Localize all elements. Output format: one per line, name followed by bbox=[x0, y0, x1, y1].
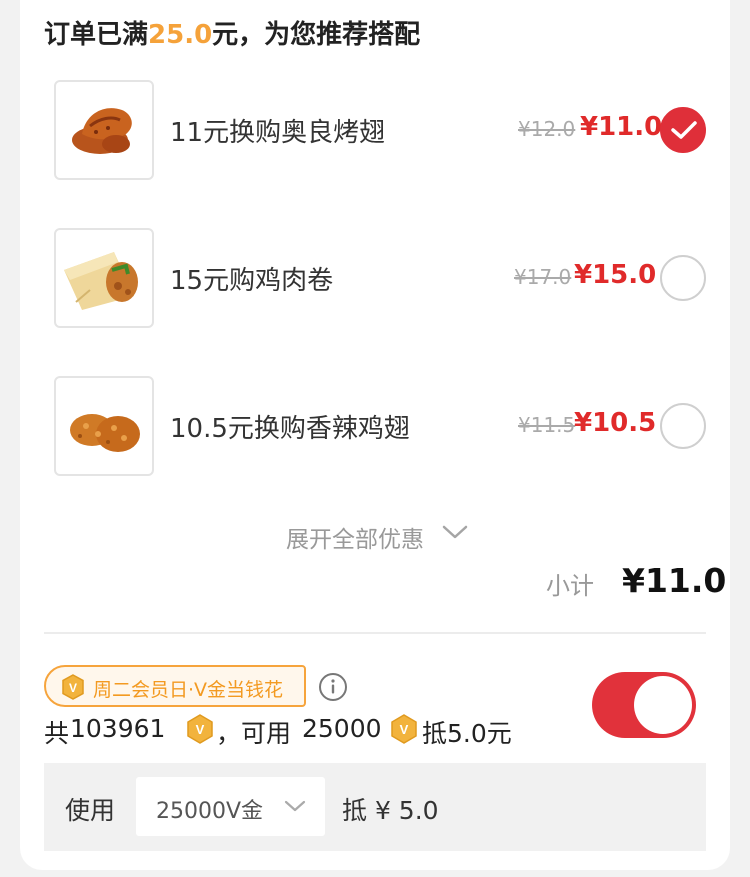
vgold-toggle[interactable] bbox=[592, 672, 696, 738]
headline-suffix: 元，为您推荐搭配 bbox=[212, 20, 421, 50]
svg-text:V: V bbox=[196, 722, 205, 737]
spicy-wing-image bbox=[54, 376, 154, 476]
balance-prefix: 共 bbox=[44, 719, 70, 748]
subtotal-label: 小计 bbox=[546, 572, 594, 600]
roasted-wing-image bbox=[54, 80, 154, 180]
chevron-down-icon bbox=[442, 525, 468, 539]
promo-tag-label: 周二会员日·V金当钱花 bbox=[93, 679, 284, 701]
vgold-use-panel: 使用 25000V金 抵 ¥ 5.0 bbox=[44, 763, 706, 851]
expand-all-offers-button[interactable]: 展开全部优惠 bbox=[286, 520, 468, 554]
recommend-headline: 订单已满25.0元，为您推荐搭配 bbox=[44, 14, 420, 51]
svg-text:V: V bbox=[69, 681, 77, 695]
chevron-down-icon bbox=[284, 800, 306, 812]
use-label: 使用 bbox=[65, 796, 116, 825]
vgold-amount-select[interactable]: 25000V金 bbox=[136, 777, 325, 836]
deduct-amount: 抵 ¥ 5.0 bbox=[342, 796, 439, 825]
balance-total: 103961 bbox=[70, 714, 166, 743]
item-price: ¥15.0 bbox=[574, 260, 657, 290]
available-amount: 25000 bbox=[302, 714, 382, 743]
item-original-price: ¥12.0 bbox=[518, 117, 576, 141]
deduct-text: 抵5.0元 bbox=[422, 719, 512, 748]
order-amount: 25.0 bbox=[148, 20, 213, 50]
item-select-radio[interactable] bbox=[660, 255, 706, 301]
subtotal-value: ¥11.0 bbox=[622, 561, 727, 600]
item-original-price: ¥11.5 bbox=[518, 413, 576, 437]
select-value: 25000V金 bbox=[156, 799, 264, 824]
divider bbox=[44, 632, 706, 634]
svg-text:V: V bbox=[400, 722, 409, 737]
expand-label: 展开全部优惠 bbox=[286, 527, 424, 553]
item-title: 15元购鸡肉卷 bbox=[170, 266, 334, 296]
chicken-wrap-image bbox=[54, 228, 154, 328]
combo-item[interactable]: 15元购鸡肉卷 ¥17.0 ¥15.0 bbox=[54, 228, 710, 328]
checkmark-icon bbox=[671, 121, 697, 139]
v-coin-icon: V bbox=[62, 674, 84, 700]
v-coin-icon: V bbox=[391, 714, 417, 744]
item-title: 10.5元换购香辣鸡翅 bbox=[170, 414, 410, 444]
item-price: ¥10.5 bbox=[574, 408, 657, 438]
headline-prefix: 订单已满 bbox=[44, 20, 149, 50]
member-day-promo-tag: V 周二会员日·V金当钱花 bbox=[44, 665, 306, 707]
item-select-radio[interactable] bbox=[660, 403, 706, 449]
v-coin-icon: V bbox=[187, 714, 213, 744]
info-icon[interactable] bbox=[318, 672, 348, 702]
item-select-radio[interactable] bbox=[660, 107, 706, 153]
item-price: ¥11.0 bbox=[580, 112, 663, 142]
item-original-price: ¥17.0 bbox=[514, 265, 572, 289]
item-title: 11元换购奥良烤翅 bbox=[170, 118, 386, 148]
available-prefix: ，可用 bbox=[216, 719, 292, 748]
combo-item[interactable]: 11元换购奥良烤翅 ¥12.0 ¥11.0 bbox=[54, 80, 710, 180]
recommend-card: 订单已满25.0元，为您推荐搭配 11元换购奥良烤翅 ¥12.0 ¥11.0 1… bbox=[20, 0, 730, 870]
toggle-knob bbox=[634, 676, 692, 734]
combo-item[interactable]: 10.5元换购香辣鸡翅 ¥11.5 ¥10.5 bbox=[54, 376, 710, 476]
